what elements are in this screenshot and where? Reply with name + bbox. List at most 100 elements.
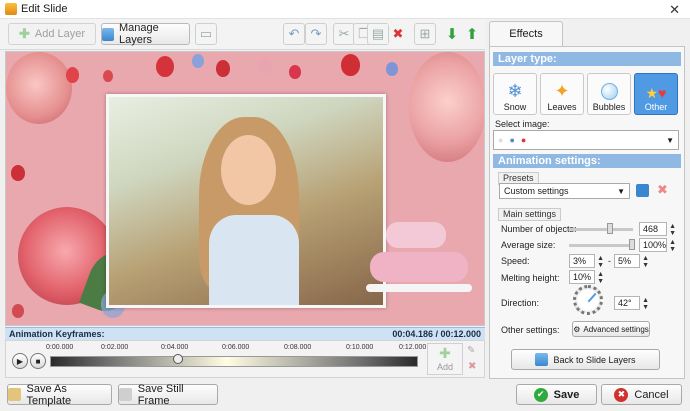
layer-type-snow[interactable]: ❄ Snow	[493, 73, 537, 115]
save-still-frame-label: Save Still Frame	[137, 382, 184, 407]
balloon	[66, 67, 79, 83]
layer-type-other[interactable]: ★♥ Other	[634, 73, 678, 115]
melting-height-input[interactable]: 10% ▲ ▼	[569, 270, 604, 285]
arrow-down-icon[interactable]: ⬇	[441, 23, 463, 45]
edit-keyframe-icon[interactable]: ✎	[467, 345, 475, 356]
presets-dropdown[interactable]: Custom settings ▼	[499, 183, 630, 199]
chevron-down-icon: ▼	[666, 135, 674, 145]
layer-type-label: Other	[644, 102, 668, 112]
balloon	[258, 58, 272, 74]
balloon	[11, 165, 25, 181]
timeline-tick: 0:04.000	[161, 344, 189, 351]
size-slider[interactable]	[569, 244, 633, 247]
rose-decoration	[6, 52, 72, 124]
advanced-settings-button[interactable]: ⚙ Advanced settings	[572, 321, 650, 337]
arrow-up-icon[interactable]: ⬆	[461, 23, 483, 45]
paste-icon[interactable]: ▤	[367, 23, 389, 45]
balloon	[103, 70, 113, 82]
balloon-red-icon: ●	[520, 135, 527, 145]
add-keyframe-label: Add	[436, 362, 453, 372]
balloon	[341, 54, 360, 76]
manage-layers-icon	[102, 27, 114, 41]
save-still-frame-button[interactable]: Save Still Frame	[118, 382, 218, 407]
gear-icon: ⚙	[573, 324, 581, 334]
girl-face	[221, 135, 276, 205]
objects-slider-thumb[interactable]	[607, 223, 613, 234]
slide-canvas[interactable]	[5, 51, 485, 326]
timeline-tick: 0:00.000	[46, 344, 74, 351]
direction-dial[interactable]	[573, 285, 603, 315]
balloon	[386, 62, 398, 76]
select-image-dropdown[interactable]: ● ● ● ▼	[493, 130, 679, 150]
delete-preset-icon[interactable]: ✖	[657, 182, 668, 198]
layer-type-leaves[interactable]: ✦ Leaves	[540, 73, 584, 115]
cancel-icon: ✖	[614, 387, 629, 402]
timeline-tick: 0:12.000	[399, 344, 427, 351]
other-settings-label: Other settings:	[501, 325, 560, 335]
stars-hearts-icon: ★♥	[645, 85, 667, 101]
timeline-track[interactable]	[50, 356, 418, 367]
number-of-objects-input[interactable]: 468 ▲ ▼	[639, 222, 676, 237]
check-icon: ✔	[533, 387, 548, 402]
close-icon[interactable]: ✕	[669, 2, 680, 18]
delete-icon[interactable]: ✖	[387, 23, 409, 45]
timeline-tick: 0:10.000	[346, 344, 374, 351]
advanced-settings-label: Advanced settings	[583, 324, 649, 334]
layer-type-bubbles[interactable]: Bubbles	[587, 73, 631, 115]
size-slider-thumb[interactable]	[629, 239, 635, 250]
chevron-down-icon: ▼	[617, 186, 625, 196]
direction-label: Direction:	[501, 298, 540, 308]
play-icon[interactable]: ▶	[12, 353, 28, 369]
speed-from-input[interactable]: 3% ▲ ▼	[569, 254, 604, 269]
number-of-objects-value: 468	[643, 224, 659, 234]
undo-icon[interactable]: ↶	[283, 23, 305, 45]
direction-input[interactable]: 42° ▲ ▼	[614, 296, 649, 311]
balloon	[289, 65, 301, 79]
average-size-label: Average size:	[501, 240, 556, 250]
timeline-tick: 0:06.000	[222, 344, 250, 351]
speed-label: Speed:	[501, 256, 530, 266]
animation-settings-header: Animation settings:	[493, 154, 681, 168]
app-icon	[5, 3, 17, 15]
timeline-title: Animation Keyframes:	[9, 329, 105, 339]
tab-effects[interactable]: Effects	[489, 21, 563, 46]
objects-slider[interactable]	[569, 228, 633, 231]
manage-layers-button[interactable]: Manage Layers	[101, 22, 190, 46]
add-keyframe-button[interactable]: ✚ Add	[427, 343, 463, 375]
select-image-label: Select image:	[495, 119, 550, 129]
balloon	[216, 60, 230, 77]
layer-type-label: Bubbles	[592, 102, 626, 112]
timeline-tick: 0:08.000	[284, 344, 312, 351]
layer-type-label: Snow	[503, 102, 527, 112]
cut-icon[interactable]: ✂	[333, 23, 355, 45]
manage-layers-label: Manage Layers	[119, 22, 159, 46]
add-layer-label: Add Layer	[34, 28, 86, 40]
save-label: Save	[553, 388, 580, 401]
redo-icon[interactable]: ↷	[305, 23, 327, 45]
main-settings-label: Main settings	[498, 208, 562, 221]
preset-value: Custom settings	[504, 186, 569, 196]
balloon	[192, 54, 204, 68]
layer-type-header: Layer type:	[493, 52, 681, 66]
toolbar: ✚ Add Layer Manage Layers ▭ ↶ ↷ ✂ ❐ ▤ ✖ …	[0, 19, 485, 50]
balloon	[156, 56, 174, 77]
save-button[interactable]: ✔ Save	[516, 384, 597, 405]
save-as-template-button[interactable]: Save As Template	[7, 382, 112, 407]
cancel-button[interactable]: ✖ Cancel	[601, 384, 682, 405]
save-as-template-label: Save As Template	[26, 382, 72, 407]
template-icon	[8, 388, 21, 401]
arrange-icon[interactable]: ⊞	[414, 23, 436, 45]
disk-icon[interactable]	[636, 184, 649, 197]
slide-photo[interactable]	[106, 94, 386, 308]
average-size-input[interactable]: 100% ▲ ▼	[639, 238, 676, 253]
timeline-time: 00:04.186 / 00:12.000	[392, 329, 481, 339]
stop-icon[interactable]: ■	[30, 353, 46, 369]
speed-to-input[interactable]: 5% ▲ ▼	[614, 254, 649, 269]
add-layer-button[interactable]: ✚ Add Layer	[8, 23, 96, 45]
number-of-objects-label: Number of objects:	[501, 224, 577, 234]
back-to-slide-layers-button[interactable]: Back to Slide Layers	[511, 349, 660, 370]
speed-from-value: 3%	[573, 256, 587, 266]
delete-keyframe-icon[interactable]: ✖	[468, 361, 476, 372]
average-size-value: 100%	[643, 240, 667, 250]
preview-icon[interactable]: ▭	[195, 23, 217, 45]
